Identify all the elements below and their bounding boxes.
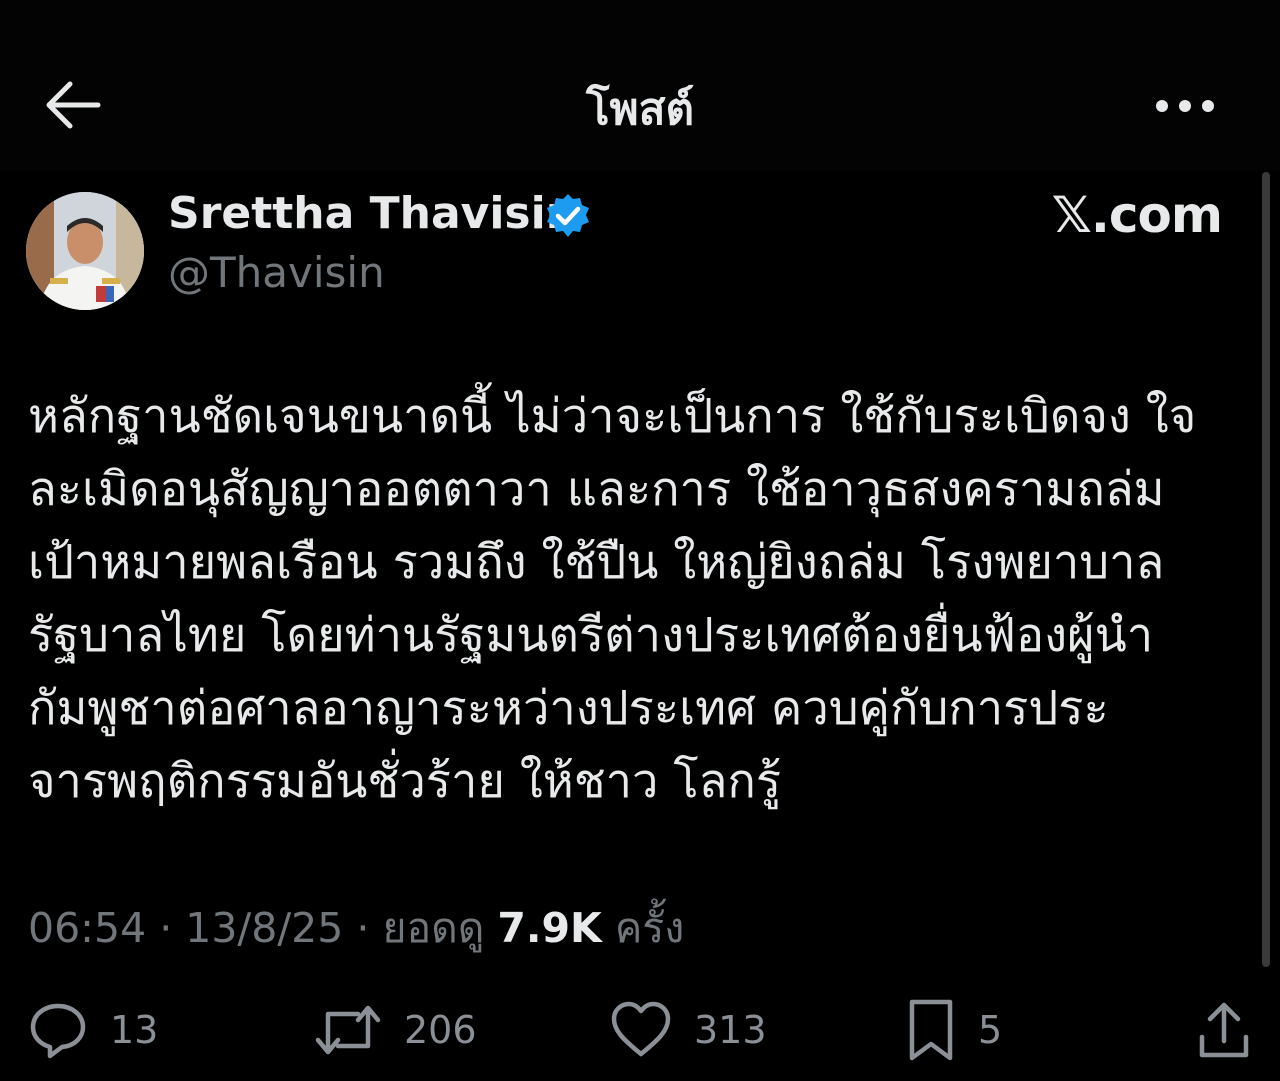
tweet-meta: 06:54 · 13/8/25 · ยอดดู 7.9K ครั้ง	[28, 896, 684, 961]
tweet-text: หลักฐานชัดเจนขนาดนี้ ไม่ว่าจะเป็นการ ใช้…	[28, 380, 1248, 818]
views-count: 7.9K	[497, 904, 602, 952]
views-suffix: ครั้ง	[614, 904, 685, 952]
action-bar: 13 206 313 5	[0, 990, 1280, 1070]
x-com-watermark: 𝕏.com	[1051, 186, 1223, 244]
reply-icon	[30, 1003, 86, 1059]
tweet-time[interactable]: 06:54	[28, 904, 146, 952]
heart-icon	[611, 1001, 671, 1057]
tweet-text-line: กัมพูชาต่อศาลอาญาระหว่างประเทศ ควบคู่กับ…	[28, 681, 1109, 736]
like-count: 313	[694, 1008, 767, 1052]
verified-badge-icon	[547, 194, 589, 237]
share-icon	[1199, 1002, 1249, 1058]
tweet-text-line: หลักฐานชัดเจนขนาดนี้ ไม่ว่าจะเป็นการ ใช้…	[28, 389, 1197, 444]
top-bar: โพสต์	[0, 0, 1280, 170]
repost-icon	[315, 1005, 381, 1055]
reply-button[interactable]: 13	[28, 990, 158, 1070]
bookmark-count: 5	[978, 1008, 1003, 1052]
meta-separator: ·	[343, 904, 383, 952]
tweet-date[interactable]: 13/8/25	[185, 904, 343, 952]
repost-button[interactable]: 206	[314, 990, 477, 1070]
scrollbar[interactable]	[1262, 172, 1270, 967]
bookmark-icon	[909, 999, 953, 1061]
views-label: ยอดดู	[382, 904, 485, 952]
author-handle[interactable]: @Thavisin	[168, 248, 385, 297]
reply-count: 13	[110, 1008, 159, 1052]
tweet-text-line: ละเมิดอนุสัญญาออตตาวา และการ ใช้อาวุธสงค…	[28, 462, 1165, 517]
author-name[interactable]: Srettha Thavisin	[168, 188, 577, 239]
more-horizontal-icon	[1156, 100, 1214, 112]
repost-count: 206	[404, 1008, 477, 1052]
author-avatar[interactable]	[26, 192, 144, 310]
tweet-text-line: รัฐบาลไทย โดยท่านรัฐมนตรีต่างประเทศต้องย…	[28, 608, 1154, 663]
meta-separator: ·	[146, 904, 186, 952]
page-title: โพสต์	[585, 84, 695, 135]
more-options-button[interactable]	[1150, 90, 1220, 122]
tweet-text-line: เป้าหมายพลเรือน รวมถึง ใช้ปืน ใหญ่ยิงถล่…	[28, 535, 1165, 590]
tweet-text-line: จารพฤติกรรมอันชั่วร้าย ให้ชาว โลกรู้	[28, 754, 782, 809]
like-button[interactable]: 313	[610, 990, 767, 1070]
bookmark-button[interactable]: 5	[906, 990, 1002, 1070]
share-button[interactable]	[1196, 990, 1252, 1070]
avatar-portrait-image	[26, 192, 144, 310]
